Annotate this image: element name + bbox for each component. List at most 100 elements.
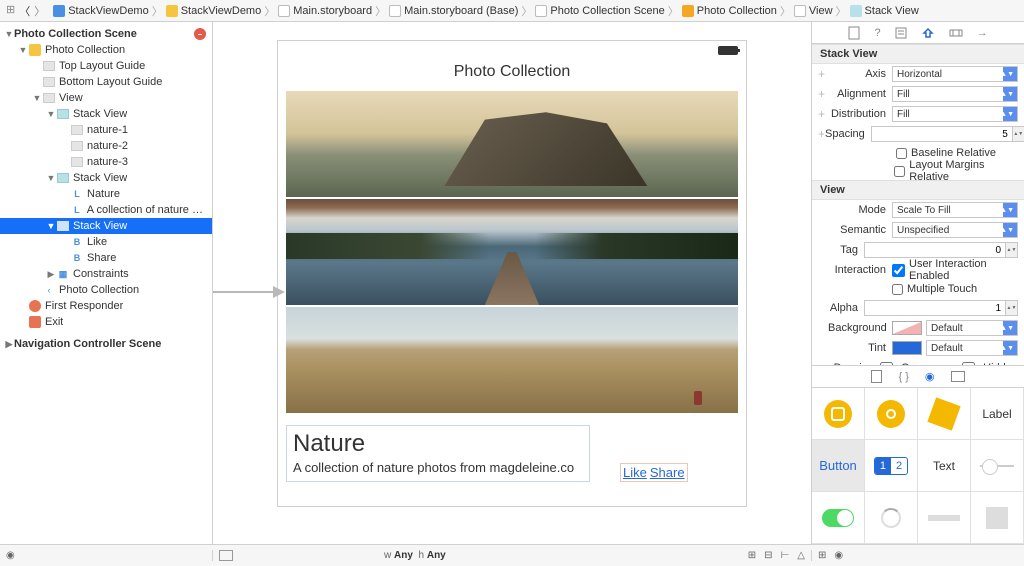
outline-row[interactable]: nature-3 [0, 154, 212, 170]
image-nature-1[interactable] [286, 91, 738, 197]
breadcrumb-item[interactable]: Stack View [850, 5, 919, 17]
layout-margins-checkbox[interactable] [894, 166, 905, 177]
background-colorwell[interactable] [892, 321, 922, 335]
tag-field[interactable]: ▲▼ [864, 242, 1018, 258]
lib-item-switch[interactable] [812, 492, 865, 544]
outline-row[interactable]: LNature [0, 186, 212, 202]
breadcrumb-item[interactable]: Main.storyboard [278, 5, 372, 17]
title-label[interactable]: Nature [293, 430, 583, 458]
navigation-title[interactable]: Photo Collection [278, 59, 746, 91]
forward-button[interactable]: 〉 [34, 3, 45, 19]
add-axis-icon[interactable]: + [818, 67, 828, 81]
mode-popup[interactable]: Scale To Fill▲▼ [892, 202, 1018, 218]
lib-item-slider[interactable] [971, 440, 1024, 492]
breadcrumb-item[interactable]: StackViewDemo [166, 5, 262, 17]
lib-item-progress[interactable] [918, 492, 971, 544]
outline-row[interactable]: ▼Stack View [0, 218, 212, 234]
help-inspector-tab[interactable]: ? [874, 27, 880, 39]
lib-item-segmented[interactable]: 12 [865, 440, 918, 492]
outline-row[interactable]: nature-2 [0, 138, 212, 154]
segue-connector [213, 282, 285, 302]
lib-item-other[interactable] [971, 492, 1024, 544]
outline-row[interactable]: Top Layout Guide [0, 58, 212, 74]
semantic-popup[interactable]: Unspecified▲▼ [892, 222, 1018, 238]
filter-icon[interactable]: ◉ [6, 550, 15, 561]
outline-toggle-icon[interactable] [219, 550, 233, 561]
grid-view-icon[interactable]: ⊞ [818, 550, 826, 561]
background-popup[interactable]: Default▲▼ [926, 320, 1018, 336]
outline-row[interactable]: BShare [0, 250, 212, 266]
attributes-inspector-tab[interactable] [921, 26, 935, 40]
canvas[interactable]: Photo Collection Nature A collection of … [213, 22, 811, 544]
subtitle-label[interactable]: A collection of nature photos from magde… [293, 460, 583, 475]
outline-row[interactable]: First Responder [0, 298, 212, 314]
related-items-icon[interactable]: ⊞ [6, 3, 15, 19]
baseline-relative-checkbox[interactable] [896, 148, 907, 159]
connections-inspector-tab[interactable]: → [977, 27, 988, 39]
pin-icon[interactable]: ⊢ [781, 550, 790, 561]
distribution-popup[interactable]: Fill▲▼ [892, 106, 1018, 122]
outline-row[interactable]: ▼View [0, 90, 212, 106]
outline-row[interactable]: Bottom Layout Guide [0, 74, 212, 90]
add-alignment-icon[interactable]: + [818, 87, 828, 101]
action-stack-view[interactable]: Like Share [620, 463, 688, 482]
align-icon[interactable]: ⊟ [764, 550, 772, 561]
stack-icon[interactable]: ⊞ [748, 550, 756, 561]
image-stack-view[interactable] [278, 91, 746, 413]
media-library-tab[interactable] [951, 371, 965, 382]
image-nature-2[interactable] [286, 199, 738, 305]
breadcrumb-item[interactable]: Photo Collection Scene [535, 5, 664, 17]
caption-stack-view[interactable]: Nature A collection of nature photos fro… [286, 425, 590, 482]
scene-close-icon[interactable]: – [194, 28, 206, 40]
outline-row[interactable]: ▶▦Constraints [0, 266, 212, 282]
axis-popup[interactable]: Horizontal▲▼ [892, 66, 1018, 82]
lib-item-spinner[interactable] [865, 492, 918, 544]
user-interaction-checkbox[interactable] [892, 264, 905, 277]
identity-inspector-tab[interactable] [895, 27, 907, 39]
outline-row[interactable]: BLike [0, 234, 212, 250]
outline-row[interactable]: nature-1 [0, 122, 212, 138]
outline-row[interactable]: Exit [0, 314, 212, 330]
breadcrumb-item[interactable]: Main.storyboard (Base) [389, 5, 518, 17]
outline-row[interactable]: ‹Photo Collection [0, 282, 212, 298]
add-distribution-icon[interactable]: + [818, 107, 828, 121]
gray-icon [70, 140, 84, 152]
size-inspector-tab[interactable] [949, 27, 963, 39]
file-template-tab[interactable] [871, 370, 882, 383]
lib-item-scroll[interactable] [865, 388, 918, 440]
breadcrumb-item[interactable]: Photo Collection [682, 5, 777, 17]
object-library-tab[interactable]: ◉ [925, 370, 935, 383]
image-nature-3[interactable] [286, 307, 738, 413]
alignment-popup[interactable]: Fill▲▼ [892, 86, 1018, 102]
alpha-field[interactable]: ▲▼ [864, 300, 1018, 316]
scene-header[interactable]: ▼Photo Collection Scene– [0, 26, 212, 42]
lib-item-textfield[interactable]: Text [918, 440, 971, 492]
size-class-control[interactable]: w Any h Any [384, 550, 446, 561]
tint-popup[interactable]: Default▲▼ [926, 340, 1018, 356]
outline-row[interactable]: ▼Photo Collection [0, 42, 212, 58]
outline-row[interactable]: LA collection of nature p... [0, 202, 212, 218]
lib-item-view[interactable] [812, 388, 865, 440]
like-button[interactable]: Like [623, 465, 647, 480]
breadcrumb-item[interactable]: View [794, 5, 833, 17]
scene-header[interactable]: ▶Navigation Controller Scene [0, 336, 212, 352]
lib-item-cube[interactable] [918, 388, 971, 440]
resolve-icon[interactable]: △ [797, 550, 805, 561]
view-controller-canvas[interactable]: Photo Collection Nature A collection of … [277, 40, 747, 507]
file-inspector-tab[interactable] [848, 26, 860, 40]
lib-item-button[interactable]: Button [812, 440, 865, 492]
outline-row[interactable]: ▼Stack View [0, 170, 212, 186]
breadcrumb-bar: ⊞ 〈 〉 StackViewDemo〉StackViewDemo〉Main.s… [0, 0, 1024, 22]
multiple-touch-checkbox[interactable] [892, 284, 903, 295]
tint-colorwell[interactable] [892, 341, 922, 355]
add-spacing-icon[interactable]: + [818, 127, 825, 141]
code-snippet-tab[interactable]: { } [898, 371, 908, 383]
lib-item-label[interactable]: Label [971, 388, 1024, 440]
back-button[interactable]: 〈 [19, 3, 30, 19]
constraints-icon: ▦ [56, 268, 70, 280]
filter-library-icon[interactable]: ◉ [834, 550, 843, 561]
share-button[interactable]: Share [650, 465, 685, 480]
breadcrumb-item[interactable]: StackViewDemo [53, 5, 149, 17]
spacing-field[interactable]: ▲▼ [871, 126, 1024, 142]
outline-row[interactable]: ▼Stack View [0, 106, 212, 122]
